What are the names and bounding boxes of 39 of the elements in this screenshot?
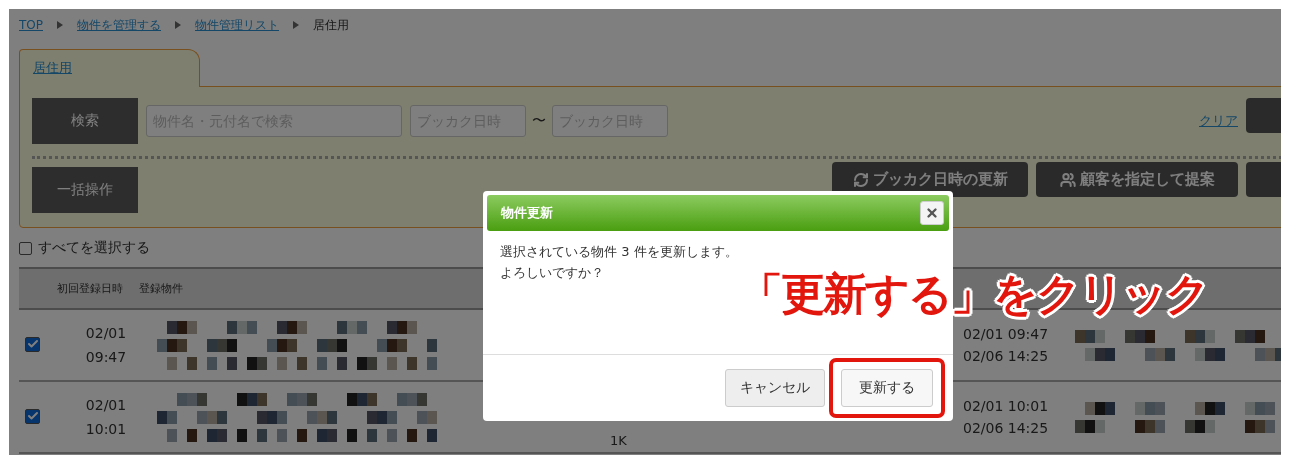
- date-text: 02/01 10:01: [963, 397, 1050, 416]
- date-text: 02/01: [84, 396, 128, 415]
- users-icon: [1059, 171, 1076, 188]
- action-button[interactable]: 顧客を指定して提案: [1036, 162, 1238, 197]
- breadcrumb-link[interactable]: TOP: [19, 18, 43, 32]
- dialog-message: よろしいですか？: [500, 264, 605, 282]
- layout-text: 1K: [610, 433, 627, 448]
- column-header: 初回登録日時: [57, 281, 123, 296]
- chevron-icon: [175, 21, 181, 29]
- checkbox[interactable]: [19, 241, 32, 255]
- chevron-icon: [293, 21, 299, 29]
- close-button[interactable]: [920, 201, 944, 225]
- date-text: 09:47: [84, 348, 128, 367]
- date-text: 02/06 14:25: [963, 347, 1050, 366]
- checkbox[interactable]: [25, 408, 40, 424]
- annotation-text: 「更新する」をクリック: [739, 267, 1208, 321]
- refresh-icon: [852, 171, 869, 188]
- update-button[interactable]: 更新する: [841, 369, 933, 407]
- breadcrumb-link[interactable]: 物件管理リスト: [195, 16, 279, 34]
- tab[interactable]: 居住用: [19, 49, 200, 87]
- select-all-label: すべてを選択する: [38, 239, 150, 257]
- date-text: 02/01: [84, 324, 128, 343]
- date-text: 10:01: [84, 420, 128, 439]
- checkbox[interactable]: [25, 336, 40, 352]
- date-text: 02/06 14:25: [963, 419, 1050, 438]
- close-icon: [925, 206, 939, 220]
- range-separator: 〜: [532, 112, 546, 130]
- cancel-button[interactable]: キャンセル: [725, 369, 825, 407]
- dialog-message: 選択されている物件 3 件を更新します。: [500, 243, 739, 261]
- bulk-label: 一括操作: [32, 167, 138, 213]
- breadcrumb-link[interactable]: 物件を管理する: [77, 16, 161, 34]
- date-text: 02/01 09:47: [963, 325, 1050, 344]
- search-label: 検索: [32, 98, 138, 144]
- column-header: 登録物件: [139, 281, 183, 296]
- clear-link[interactable]: クリア: [1199, 112, 1238, 130]
- action-button[interactable]: ブッカク日時の更新: [832, 162, 1028, 197]
- breadcrumb-current: 居住用: [313, 16, 349, 34]
- dialog-title: 物件更新: [501, 204, 553, 222]
- chevron-icon: [57, 21, 63, 29]
